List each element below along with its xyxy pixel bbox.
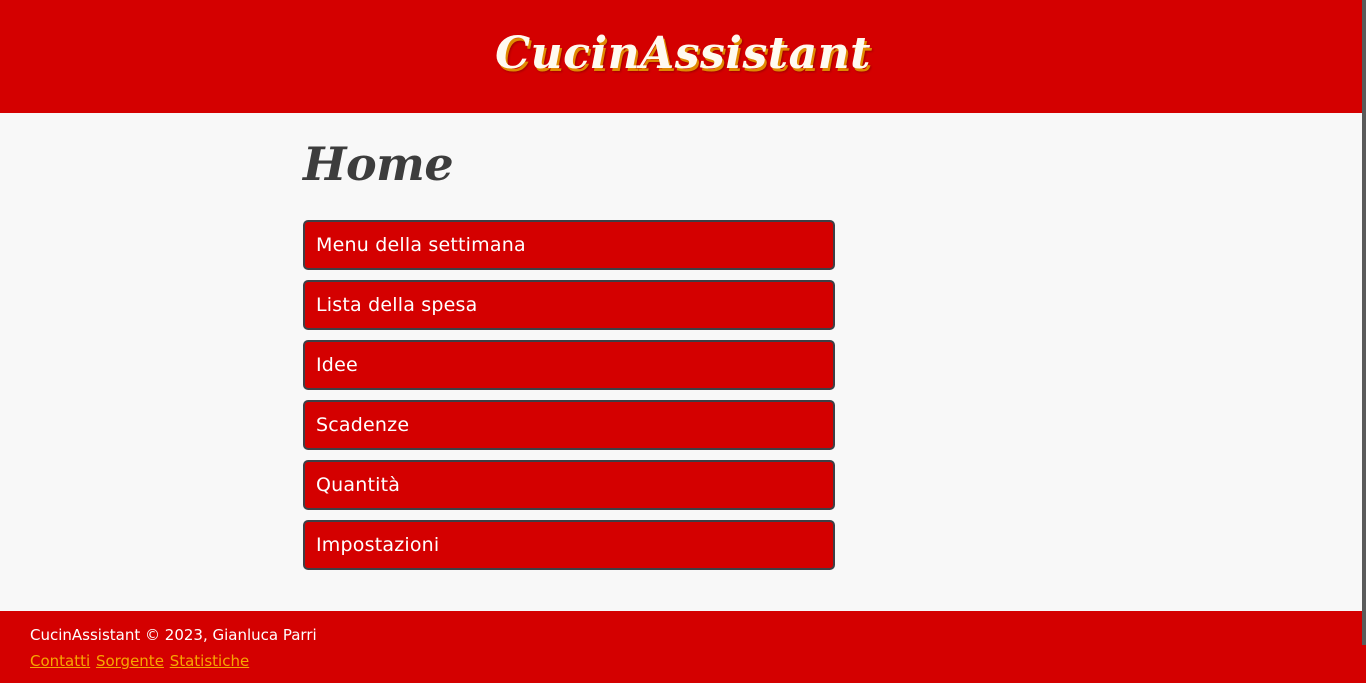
menu-button-idee[interactable]: Idee xyxy=(303,340,835,390)
page-scrollbar[interactable] xyxy=(1362,0,1366,645)
footer-link-statistiche[interactable]: Statistiche xyxy=(170,652,250,670)
page: CucinAssistant Home Menu della settimana… xyxy=(0,0,1366,683)
menu-button-menu-settimana[interactable]: Menu della settimana xyxy=(303,220,835,270)
menu-button-quantita[interactable]: Quantità xyxy=(303,460,835,510)
home-menu: Menu della settimana Lista della spesa I… xyxy=(303,220,835,570)
page-title: Home xyxy=(303,137,454,191)
menu-button-impostazioni[interactable]: Impostazioni xyxy=(303,520,835,570)
menu-button-scadenze[interactable]: Scadenze xyxy=(303,400,835,450)
footer-link-contatti[interactable]: Contatti xyxy=(30,652,90,670)
footer-links: Contatti Sorgente Statistiche xyxy=(30,652,1366,670)
footer-copyright: CucinAssistant © 2023, Gianluca Parri xyxy=(30,626,317,644)
footer-link-sorgente[interactable]: Sorgente xyxy=(96,652,164,670)
brand-logo[interactable]: CucinAssistant xyxy=(495,28,871,79)
main-content: Home Menu della settimana Lista della sp… xyxy=(0,113,1366,611)
site-footer: CucinAssistant © 2023, Gianluca Parri Co… xyxy=(0,611,1366,683)
site-header: CucinAssistant xyxy=(0,0,1366,113)
menu-button-lista-spesa[interactable]: Lista della spesa xyxy=(303,280,835,330)
